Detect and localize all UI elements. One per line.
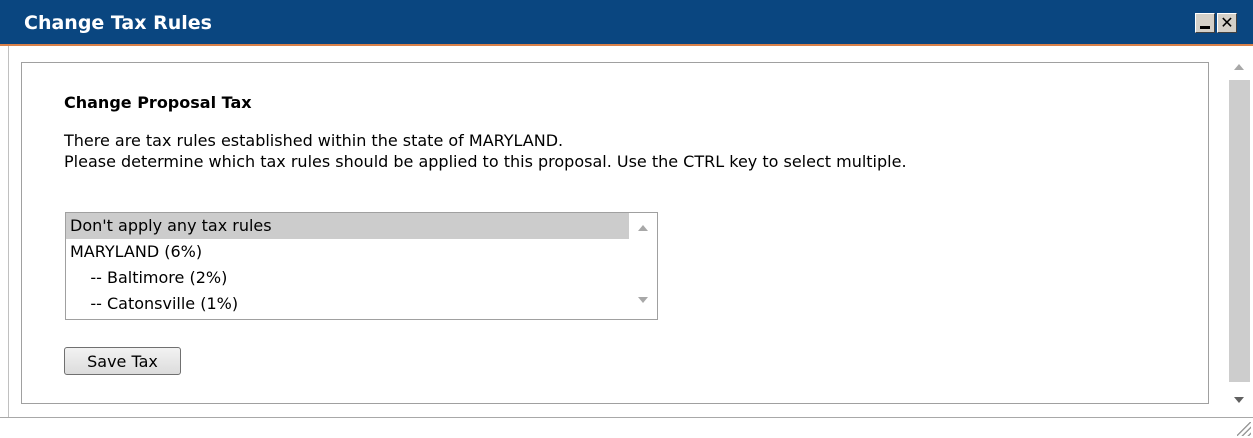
tax-option-maryland[interactable]: MARYLAND (6%) — [66, 239, 629, 265]
form-description: There are tax rules established within t… — [64, 130, 1144, 172]
listbox-scrollbar[interactable] — [629, 213, 657, 319]
description-line-1: There are tax rules established within t… — [64, 131, 564, 150]
close-icon[interactable]: ✕ — [1217, 13, 1237, 33]
save-tax-button[interactable]: Save Tax — [64, 347, 181, 375]
resize-grip-icon[interactable] — [1237, 422, 1251, 436]
minimize-icon[interactable] — [1195, 13, 1215, 33]
window-titlebar: Change Tax Rules ✕ — [0, 0, 1253, 46]
listbox-scroll-down-icon[interactable] — [638, 297, 648, 303]
scrollbar-thumb[interactable] — [1229, 80, 1250, 382]
tax-rules-select[interactable]: Don't apply any tax rules MARYLAND (6%) … — [65, 212, 658, 320]
tax-option-baltimore[interactable]: -- Baltimore (2%) — [66, 265, 629, 291]
window-title: Change Tax Rules — [24, 12, 212, 34]
content-left-border — [8, 46, 9, 438]
close-glyph: ✕ — [1220, 13, 1234, 32]
scroll-down-icon[interactable] — [1234, 397, 1244, 403]
window-scrollbar[interactable] — [1226, 52, 1253, 412]
scroll-up-icon[interactable] — [1234, 64, 1244, 70]
description-line-2: Please determine which tax rules should … — [64, 152, 907, 171]
form-heading: Change Proposal Tax — [64, 93, 252, 112]
listbox-scroll-up-icon[interactable] — [638, 225, 648, 231]
tax-option-none[interactable]: Don't apply any tax rules — [66, 213, 629, 239]
tax-option-catonsville[interactable]: -- Catonsville (1%) — [66, 291, 629, 317]
window-statusbar — [0, 417, 1253, 438]
